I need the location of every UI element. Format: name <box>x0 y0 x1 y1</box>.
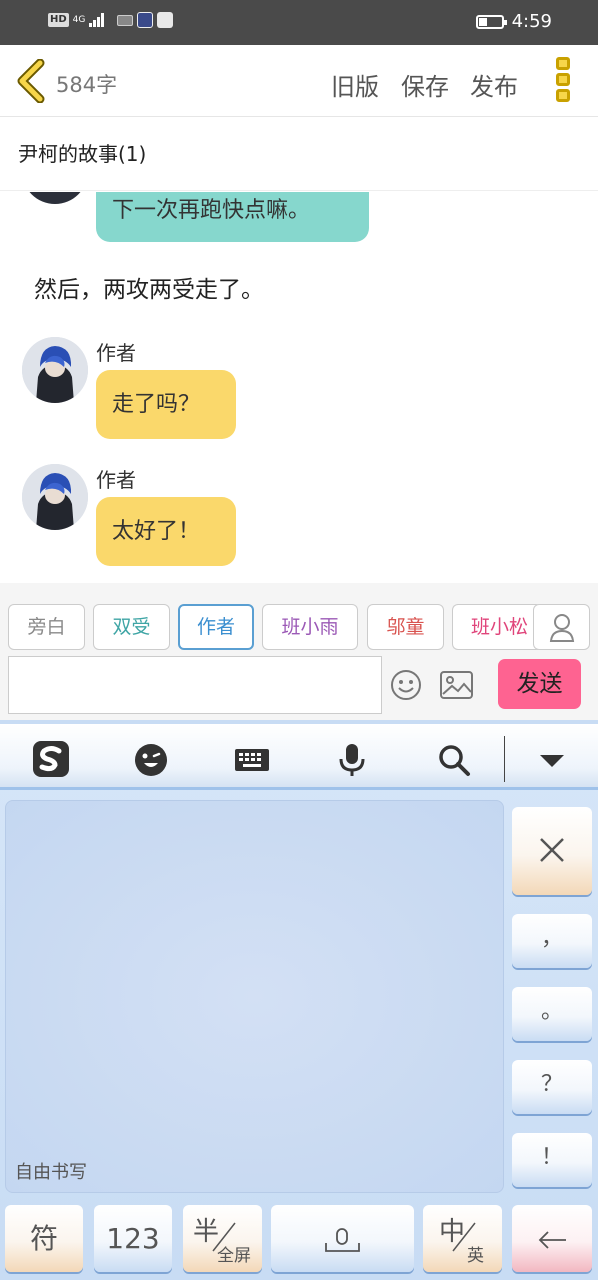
slash-divider <box>452 1222 476 1252</box>
send-button[interactable]: 发送 <box>498 659 581 709</box>
message-input[interactable] <box>8 656 382 714</box>
period-key[interactable]: 。 <box>512 987 592 1041</box>
character-chip-wutong[interactable]: 邬童 <box>367 604 444 650</box>
language-switch-key[interactable]: 中 英 <box>423 1205 502 1272</box>
ime-keyboard: 自由书写 ， 。 ？ ！ 符 123 半 全屏 中 英 <box>0 720 598 1280</box>
speaker-name: 作者 <box>96 341 136 365</box>
hd-indicator: HD <box>48 13 69 27</box>
handwriting-pad[interactable]: 自由书写 <box>5 800 504 1193</box>
message-bubble[interactable]: 下一次再跑快点嘛。 <box>96 192 369 242</box>
status-bar: HD 4G 4:59 <box>0 0 598 45</box>
old-version-button[interactable]: 旧版 <box>331 67 379 102</box>
character-chip-author[interactable]: 作者 <box>178 604 254 650</box>
character-chip-banxiaoyu[interactable]: 班小雨 <box>262 604 358 650</box>
app-header: 584字 旧版 保存 发布 <box>0 45 598 117</box>
symbols-key[interactable]: 符 <box>5 1205 83 1272</box>
save-button[interactable]: 保存 <box>401 67 449 102</box>
character-chip-shuangshou[interactable]: 双受 <box>93 604 170 650</box>
composer: 旁白 双受 作者 班小雨 邬童 班小松 发送 <box>0 583 598 720</box>
avatar <box>22 192 88 204</box>
collapse-keyboard-icon[interactable] <box>534 742 570 778</box>
signal-icon <box>89 13 107 27</box>
space-key[interactable] <box>271 1205 414 1272</box>
story-title[interactable]: 尹柯的故事(1) <box>0 118 598 191</box>
person-icon <box>549 614 575 642</box>
keyboard-toolbar <box>0 720 598 790</box>
handwriting-label: 自由书写 <box>15 1162 87 1183</box>
chat-area[interactable]: 下一次再跑快点嘛。 然后，两攻两受走了。 作者 走了吗？ 作者 太好了！ <box>0 192 598 583</box>
keyboard-notification-icon <box>117 14 134 26</box>
comma-key[interactable]: ， <box>512 914 592 968</box>
close-icon <box>540 838 564 862</box>
numbers-key[interactable]: 123 <box>94 1205 172 1272</box>
character-chip-banxiaosong[interactable]: 班小松 <box>452 604 542 650</box>
backspace-key[interactable] <box>512 1205 592 1272</box>
sogou-logo-icon[interactable] <box>30 738 72 780</box>
half-full-width-key[interactable]: 半 全屏 <box>183 1205 262 1272</box>
exclamation-key[interactable]: ！ <box>512 1133 592 1187</box>
message-bubble[interactable]: 太好了！ <box>96 497 236 566</box>
voice-space-icon <box>325 1228 360 1252</box>
toolbar-divider <box>504 736 505 782</box>
back-icon[interactable] <box>14 59 50 103</box>
network-type: 4G <box>72 14 86 25</box>
emoji-face-icon[interactable] <box>133 742 169 778</box>
author-avatar-image <box>22 337 88 403</box>
more-menu-icon[interactable] <box>556 57 572 105</box>
keyboard-icon[interactable] <box>234 742 270 778</box>
clear-button[interactable] <box>512 807 592 895</box>
narration-text[interactable]: 然后，两攻两受走了。 <box>34 270 264 304</box>
author-avatar[interactable] <box>22 337 88 403</box>
character-chip-narrator[interactable]: 旁白 <box>8 604 85 650</box>
message-bubble[interactable]: 走了吗？ <box>96 370 236 439</box>
battery-icon <box>475 14 507 29</box>
full-width-label: 全屏 <box>217 1246 251 1266</box>
app-notification-icon <box>137 12 154 28</box>
question-key[interactable]: ？ <box>512 1060 592 1114</box>
microphone-icon[interactable] <box>334 742 370 778</box>
backspace-icon <box>538 1231 566 1249</box>
speaker-name: 作者 <box>96 468 136 492</box>
publish-button[interactable]: 发布 <box>470 67 518 102</box>
author-avatar-image <box>22 464 88 530</box>
clock: 4:59 <box>511 11 552 32</box>
image-icon[interactable] <box>440 671 473 699</box>
map-notification-icon <box>157 12 174 28</box>
search-icon[interactable] <box>436 742 472 778</box>
word-count: 584字 <box>56 73 118 97</box>
english-label: 英 <box>467 1246 484 1266</box>
manage-characters-button[interactable] <box>533 604 590 650</box>
author-avatar[interactable] <box>22 464 88 530</box>
emoji-icon[interactable] <box>390 669 422 701</box>
